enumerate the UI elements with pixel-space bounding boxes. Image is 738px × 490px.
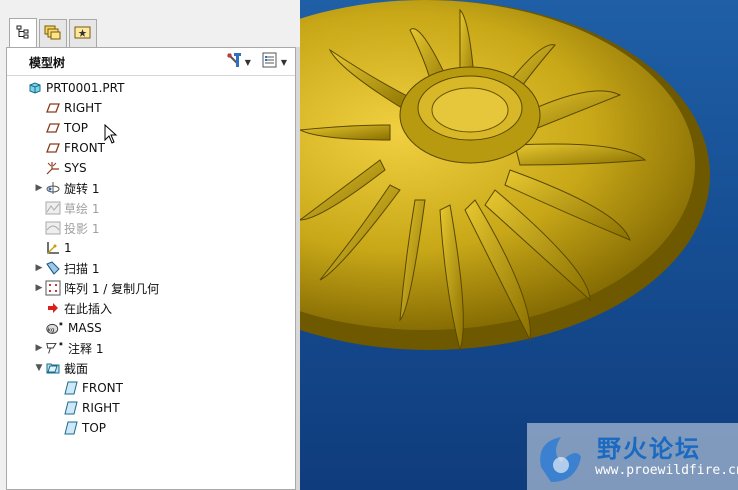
model-tree-panel: 模型树 ▼ ▼ PRT0001.PRT RIGHT TOP FRONT SYS ▶ 旋转 1… bbox=[6, 47, 296, 490]
tree-item[interactable]: TOP bbox=[51, 418, 106, 438]
pattern-icon bbox=[45, 280, 61, 296]
tree-item[interactable]: RIGHT bbox=[51, 398, 120, 418]
datum-plane-icon bbox=[45, 120, 61, 136]
tree-item[interactable]: 1 bbox=[33, 238, 72, 258]
show-menu-button[interactable]: ▼ bbox=[261, 51, 287, 73]
collapse-arrow-icon[interactable]: ▼ bbox=[33, 363, 45, 373]
insert-here-arrow-icon bbox=[45, 300, 61, 316]
tree-item-label: 1 bbox=[64, 241, 72, 255]
tree-item-label: PRT0001.PRT bbox=[46, 81, 125, 95]
navigator-tabs bbox=[0, 0, 300, 48]
watermark-title: 野火论坛 bbox=[597, 435, 701, 463]
tree-item[interactable]: TOP bbox=[33, 118, 88, 138]
tree-item-label: TOP bbox=[64, 121, 89, 135]
expand-arrow-icon[interactable]: ▶ bbox=[33, 183, 45, 193]
tree-item-label: TOP bbox=[82, 421, 107, 435]
annotation-icon bbox=[45, 340, 65, 356]
tree-item-label: 阵列 1 / 复制几何 bbox=[64, 281, 160, 296]
tree-item[interactable]: ▶ 阵列 1 / 复制几何 bbox=[33, 278, 159, 298]
list-settings-icon bbox=[261, 51, 279, 73]
svg-text:kg: kg bbox=[48, 328, 55, 334]
tree-item[interactable]: 投影 1 bbox=[33, 218, 99, 238]
header-tools: ▼ ▼ bbox=[225, 51, 287, 73]
coordinate-system-icon bbox=[45, 160, 61, 176]
tree-item-label: 投影 1 bbox=[64, 221, 100, 236]
section-icon bbox=[63, 400, 79, 416]
tree-item-label: SYS bbox=[64, 161, 87, 175]
part-icon bbox=[27, 80, 43, 96]
folder-browser-icon bbox=[44, 24, 62, 44]
section-icon bbox=[63, 380, 79, 396]
tab-folder-browser[interactable] bbox=[39, 19, 67, 47]
section-icon bbox=[63, 420, 79, 436]
revolve-icon bbox=[45, 180, 61, 196]
tree-item-label: MASS bbox=[68, 321, 102, 335]
tree-item[interactable]: ▶ 扫描 1 bbox=[33, 258, 99, 278]
sweep-icon bbox=[45, 260, 61, 276]
tree-item-label: 旋转 1 bbox=[64, 181, 100, 196]
datum-coordinate-icon bbox=[45, 240, 61, 256]
expand-arrow-icon[interactable]: ▶ bbox=[33, 343, 45, 353]
tree-item[interactable]: ▼ 截面 bbox=[33, 358, 88, 378]
tree-item-label: RIGHT bbox=[64, 101, 102, 115]
tree-item-label: FRONT bbox=[82, 381, 123, 395]
projection-icon bbox=[45, 220, 61, 236]
section-folder-icon bbox=[45, 360, 61, 376]
chevron-down-icon: ▼ bbox=[244, 57, 251, 67]
model-tree-header: 模型树 ▼ ▼ bbox=[7, 48, 295, 76]
tab-favorites[interactable] bbox=[69, 19, 97, 47]
tree-item[interactable]: FRONT bbox=[51, 378, 123, 398]
tree-item-label: 草绘 1 bbox=[64, 201, 100, 216]
favorites-icon bbox=[74, 24, 92, 44]
watermark-url: www.proewildfire.cn bbox=[595, 463, 738, 478]
sketch-icon bbox=[45, 200, 61, 216]
tree-item[interactable]: ▶ 注释 1 bbox=[33, 338, 104, 358]
tree-item-label: 在此插入 bbox=[64, 301, 113, 316]
tools-icon bbox=[225, 51, 243, 73]
model-tree-pane: 模型树 ▼ ▼ PRT0001.PRT RIGHT TOP FRONT SYS ▶ 旋转 1… bbox=[0, 0, 300, 490]
model-tree-icon bbox=[15, 24, 31, 44]
tree-item[interactable]: 在此插入 bbox=[33, 298, 112, 318]
panel-title: 模型树 bbox=[29, 56, 66, 70]
tree-item-label: 注释 1 bbox=[68, 341, 104, 356]
mouse-cursor-icon bbox=[104, 123, 118, 148]
watermark: 野火论坛 www.proewildfire.cn bbox=[527, 423, 738, 490]
tree-item-label: FRONT bbox=[64, 141, 105, 155]
impeller-model bbox=[300, 0, 710, 352]
tree-item[interactable]: kg MASS bbox=[33, 318, 102, 338]
tree-item[interactable]: ▶ 旋转 1 bbox=[33, 178, 100, 198]
expand-arrow-icon[interactable]: ▶ bbox=[33, 263, 45, 273]
tree-item-label: RIGHT bbox=[82, 401, 120, 415]
tree-item[interactable]: 草绘 1 bbox=[33, 198, 99, 218]
mass-analysis-icon: kg bbox=[45, 320, 65, 336]
tree-item-label: 扫描 1 bbox=[64, 261, 100, 276]
chevron-down-icon: ▼ bbox=[280, 57, 287, 67]
datum-plane-icon bbox=[45, 140, 61, 156]
tree-item[interactable]: PRT0001.PRT bbox=[15, 78, 124, 98]
tree-item-label: 截面 bbox=[64, 361, 89, 376]
datum-plane-icon bbox=[45, 100, 61, 116]
forum-logo-icon bbox=[540, 437, 581, 482]
settings-tools-button[interactable]: ▼ bbox=[225, 51, 251, 73]
tree-item[interactable]: RIGHT bbox=[33, 98, 102, 118]
graphics-viewport[interactable]: 野火论坛 www.proewildfire.cn bbox=[300, 0, 738, 490]
tab-model-tree[interactable] bbox=[9, 18, 37, 48]
expand-arrow-icon[interactable]: ▶ bbox=[33, 283, 45, 293]
tree-item[interactable]: SYS bbox=[33, 158, 87, 178]
tree-item[interactable]: FRONT bbox=[33, 138, 105, 158]
